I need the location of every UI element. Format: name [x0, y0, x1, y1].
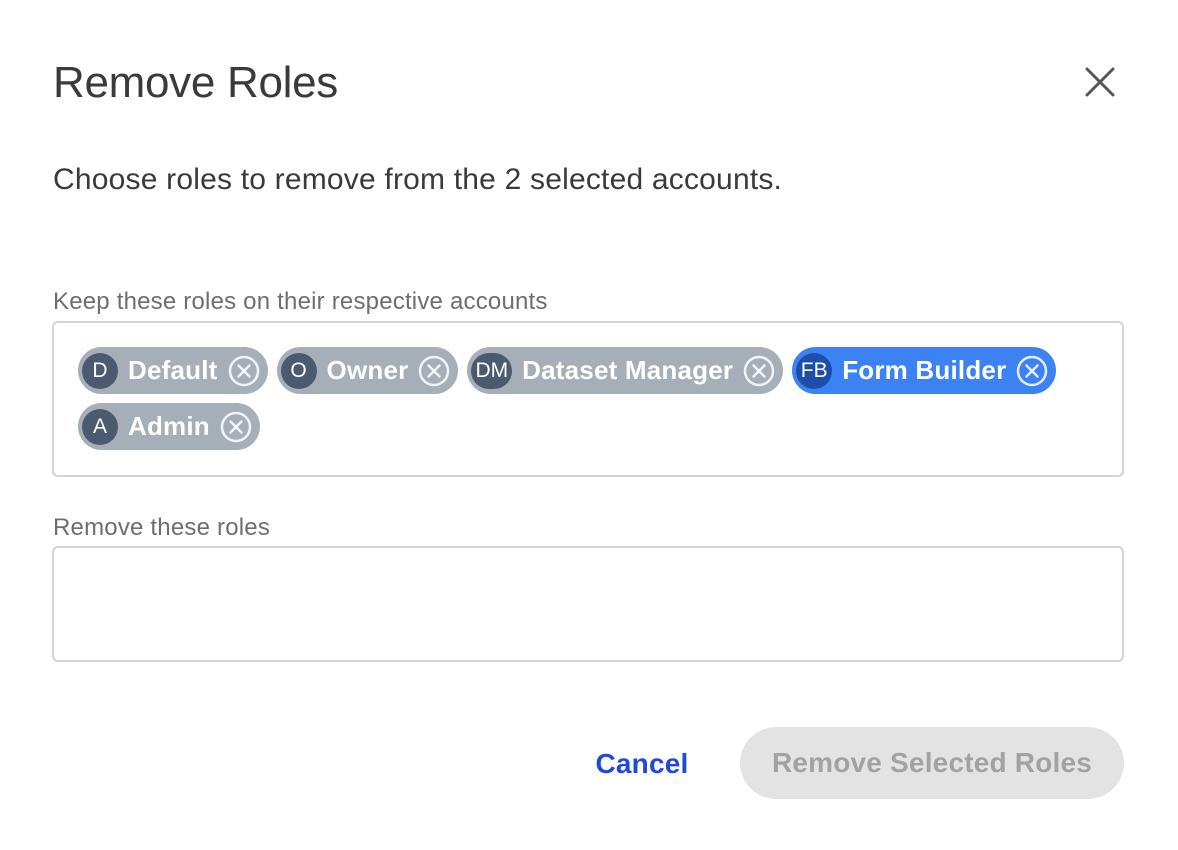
circle-x-icon [743, 355, 775, 386]
role-avatar: FB [796, 352, 833, 389]
role-chip[interactable]: FB Form Builder [792, 347, 1057, 394]
role-chip[interactable]: A Admin [78, 403, 260, 450]
dialog-title: Remove Roles [53, 58, 338, 107]
role-chip-remove-button[interactable] [226, 353, 262, 389]
role-chip-label: Default [128, 355, 218, 385]
role-chip-label: Owner [326, 355, 409, 385]
keep-roles-field[interactable]: D Default O Owner DM Dataset Manager FB Form Bu… [52, 321, 1124, 477]
circle-x-icon [419, 355, 450, 386]
role-chip-remove-button[interactable] [741, 353, 777, 389]
circle-x-icon [1017, 355, 1048, 386]
close-button[interactable] [1078, 60, 1122, 104]
role-avatar: D [82, 352, 118, 389]
close-icon [1085, 67, 1115, 97]
role-chip[interactable]: O Owner [276, 347, 459, 394]
dialog-subtitle: Choose roles to remove from the 2 select… [53, 163, 783, 196]
role-chip-label: Dataset Manager [522, 355, 734, 385]
role-avatar: DM [471, 352, 513, 389]
role-chip-label: Form Builder [842, 355, 1007, 385]
role-avatar: A [82, 408, 118, 445]
role-chip[interactable]: D Default [78, 347, 268, 394]
role-chip-remove-button[interactable] [218, 409, 254, 445]
role-chip[interactable]: DM Dataset Manager [467, 347, 784, 394]
role-chip-label: Admin [128, 411, 210, 441]
cancel-button[interactable]: Cancel [580, 736, 704, 792]
remove-roles-field[interactable] [52, 546, 1124, 662]
role-avatar: O [280, 352, 317, 389]
circle-x-icon [228, 355, 259, 386]
remove-roles-label: Remove these roles [53, 514, 271, 541]
remove-selected-roles-button[interactable]: Remove Selected Roles [740, 727, 1124, 799]
remove-roles-dialog: Remove Roles Choose roles to remove from… [0, 0, 1178, 850]
circle-x-icon [220, 411, 252, 442]
keep-roles-chip-list: D Default O Owner DM Dataset Manager FB Form Bu… [78, 347, 1098, 450]
role-chip-remove-button[interactable] [416, 353, 452, 389]
role-chip-remove-button[interactable] [1014, 353, 1050, 389]
keep-roles-label: Keep these roles on their respective acc… [53, 288, 548, 315]
